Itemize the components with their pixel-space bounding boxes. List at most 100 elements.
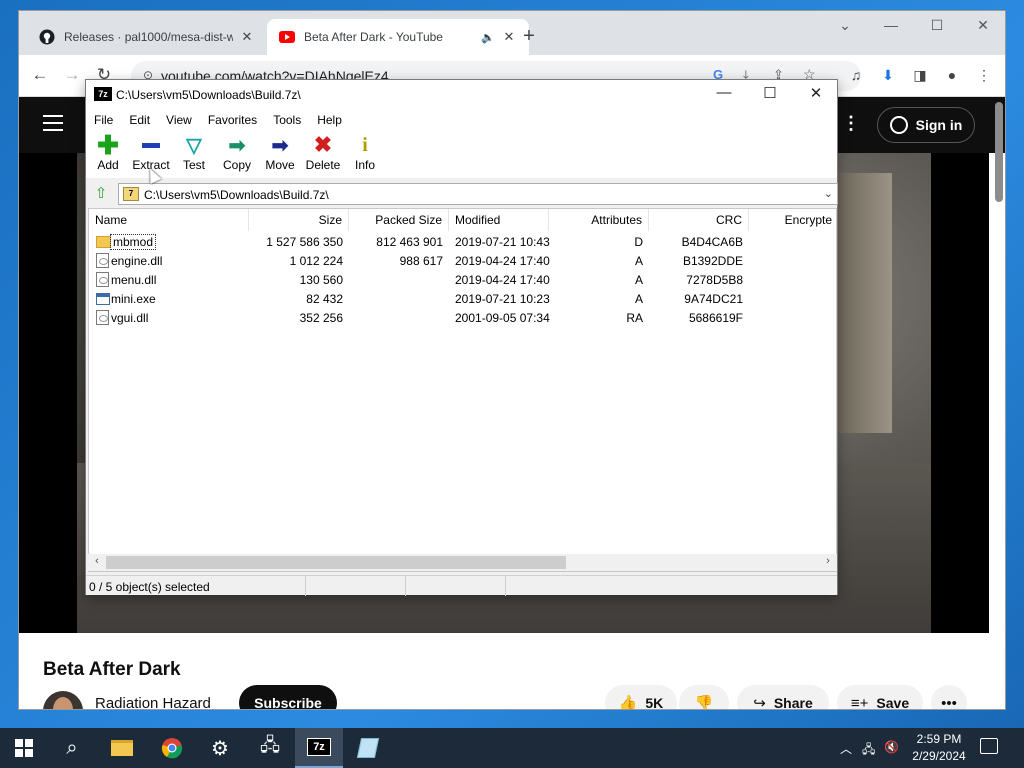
new-tab-button[interactable]: + xyxy=(517,25,541,48)
volume-muted-icon[interactable]: 🔇 xyxy=(884,740,899,754)
side-panel-icon[interactable]: ◨ xyxy=(911,67,929,85)
dislike-button[interactable]: 👎 xyxy=(679,685,729,710)
notification-center-icon[interactable] xyxy=(980,738,998,754)
chrome-icon xyxy=(161,738,183,759)
file-modified: 2001-09-05 07:34 xyxy=(455,311,550,325)
taskbar-explorer[interactable] xyxy=(98,728,146,768)
add-label: Add xyxy=(97,158,119,172)
menu-file[interactable]: File xyxy=(93,110,120,130)
youtube-icon xyxy=(279,29,295,45)
tab-search-icon[interactable]: ⌄ xyxy=(831,17,859,34)
maximize-button[interactable]: ☐ xyxy=(747,84,793,106)
file-attributes: A xyxy=(634,254,643,268)
table-row[interactable]: mbmod 1 527 586 350 812 463 901 2019-07-… xyxy=(89,233,836,252)
menu-tools[interactable]: Tools xyxy=(272,110,308,130)
menu-help[interactable]: Help xyxy=(316,110,349,130)
taskbar-settings[interactable]: ⚙ xyxy=(196,728,244,768)
profile-icon[interactable]: ● xyxy=(943,67,961,85)
menu-edit[interactable]: Edit xyxy=(128,110,157,130)
close-button[interactable]: ✕ xyxy=(793,84,839,106)
scroll-left-icon[interactable]: ‹ xyxy=(90,555,104,567)
close-button[interactable]: ✕ xyxy=(969,17,997,34)
tray-overflow-icon[interactable]: ︿ xyxy=(840,740,852,757)
channel-avatar[interactable] xyxy=(43,691,83,709)
exe-file-icon xyxy=(96,293,110,305)
forward-icon[interactable]: → xyxy=(61,65,83,85)
thumbs-up-icon: 👍 xyxy=(618,695,638,710)
start-button[interactable] xyxy=(0,728,48,768)
info-button[interactable]: i Info xyxy=(345,134,385,176)
file-size: 130 560 xyxy=(299,273,343,287)
path-combobox[interactable]: 7 C:\Users\vm5\Downloads\Build.7z\ ⌄ xyxy=(118,183,838,205)
table-row[interactable]: menu.dll 130 560 2019-04-24 17:40 A 7278… xyxy=(89,271,836,290)
media-control-icon[interactable]: ♫ xyxy=(847,67,865,85)
move-button[interactable]: ➡ Move xyxy=(260,134,300,176)
menu-favorites[interactable]: Favorites xyxy=(207,110,264,130)
test-button[interactable]: ▽ Test xyxy=(174,134,214,176)
close-tab-icon[interactable]: ✕ xyxy=(239,29,255,45)
tab-strip: Releases · pal1000/mesa-dist-win ✕ Beta … xyxy=(19,11,1005,55)
speaker-icon[interactable]: 🔈 xyxy=(481,31,495,44)
status-segment: 0 / 5 object(s) selected xyxy=(86,576,306,596)
download-icon[interactable]: ⬇ xyxy=(879,67,897,85)
scroll-right-icon[interactable]: › xyxy=(821,555,835,567)
minimize-button[interactable]: — xyxy=(877,17,905,33)
file-list[interactable]: Name Size Packed Size Modified Attribute… xyxy=(88,208,837,572)
table-row[interactable]: engine.dll 1 012 224 988 617 2019-04-24 … xyxy=(89,252,836,271)
add-icon: ✚ xyxy=(97,129,119,160)
video-scene-pillar xyxy=(837,173,892,433)
search-button[interactable]: ⌕ xyxy=(48,728,96,768)
horizontal-scrollbar[interactable]: ‹ › xyxy=(88,554,837,571)
hamburger-menu-icon[interactable] xyxy=(43,115,63,131)
archive-icon: 7 xyxy=(123,187,139,201)
system-clock[interactable]: 2:59 PM 2/29/2024 xyxy=(906,731,972,765)
like-button[interactable]: 👍 5K xyxy=(605,685,677,710)
page-scrollbar[interactable] xyxy=(995,102,1003,202)
test-label: Test xyxy=(182,158,205,172)
close-tab-icon[interactable]: ✕ xyxy=(501,29,517,45)
column-header-packed-size[interactable]: Packed Size xyxy=(349,209,449,231)
add-button[interactable]: ✚ Add xyxy=(88,129,128,176)
settings-dots-icon[interactable]: ⋮ xyxy=(842,113,860,134)
taskbar-7zip[interactable]: 7z xyxy=(295,728,343,768)
taskbar-network-app[interactable]: 🖧 xyxy=(246,728,294,768)
tab-releases[interactable]: Releases · pal1000/mesa-dist-win ✕ xyxy=(27,19,267,55)
save-button[interactable]: ≡+ Save xyxy=(837,685,923,709)
file-name: mini.exe xyxy=(111,292,156,306)
folder-up-icon[interactable]: ⇧ xyxy=(90,184,112,204)
column-header-encrypted[interactable]: Encrypte xyxy=(749,209,836,231)
sevenzip-toolbar: ✚ Add Extract ▽ Test ➡ Copy ➡ Move ✖ Del… xyxy=(86,130,837,178)
menu-view[interactable]: View xyxy=(165,110,199,130)
info-label: Info xyxy=(354,158,375,172)
extract-icon xyxy=(131,134,171,156)
table-row[interactable]: vgui.dll 352 256 2001-09-05 07:34 RA 568… xyxy=(89,309,836,328)
column-header-attributes[interactable]: Attributes xyxy=(549,209,649,231)
status-bar: 0 / 5 object(s) selected xyxy=(86,575,837,596)
tab-youtube[interactable]: Beta After Dark - YouTube 🔈 ✕ xyxy=(267,19,529,55)
folder-icon xyxy=(96,236,111,248)
table-row[interactable]: mini.exe 82 432 2019-07-21 10:23 A 9A74D… xyxy=(89,290,836,309)
column-header-crc[interactable]: CRC xyxy=(649,209,749,231)
sevenzip-titlebar[interactable]: 7z C:\Users\vm5\Downloads\Build.7z\ — ☐ … xyxy=(86,80,837,110)
network-icon[interactable]: 🖧 xyxy=(862,740,875,761)
minimize-button[interactable]: — xyxy=(701,84,747,106)
column-header-size[interactable]: Size xyxy=(249,209,349,231)
delete-button[interactable]: ✖ Delete xyxy=(303,132,343,176)
scrollbar-thumb[interactable] xyxy=(106,556,566,569)
back-icon[interactable]: ← xyxy=(29,65,51,85)
taskbar-notes-app[interactable] xyxy=(344,728,392,768)
chevron-down-icon[interactable]: ⌄ xyxy=(824,187,833,200)
sign-in-button[interactable]: Sign in xyxy=(877,107,975,143)
taskbar-chrome[interactable] xyxy=(148,728,196,768)
column-header-name[interactable]: Name xyxy=(89,209,249,231)
copy-button[interactable]: ➡ Copy xyxy=(217,134,257,176)
maximize-button[interactable]: ☐ xyxy=(923,17,951,34)
more-actions-button[interactable]: ••• xyxy=(931,685,967,709)
share-button[interactable]: ↪ Share xyxy=(737,685,829,709)
file-packed-size: 988 617 xyxy=(399,254,443,268)
channel-name[interactable]: Radiation Hazard xyxy=(95,695,211,709)
menu-dots-icon[interactable]: ⋮ xyxy=(975,67,993,85)
subscribe-button[interactable]: Subscribe xyxy=(239,685,337,709)
column-header-modified[interactable]: Modified xyxy=(449,209,549,231)
thumbs-down-icon: 👎 xyxy=(694,695,714,710)
